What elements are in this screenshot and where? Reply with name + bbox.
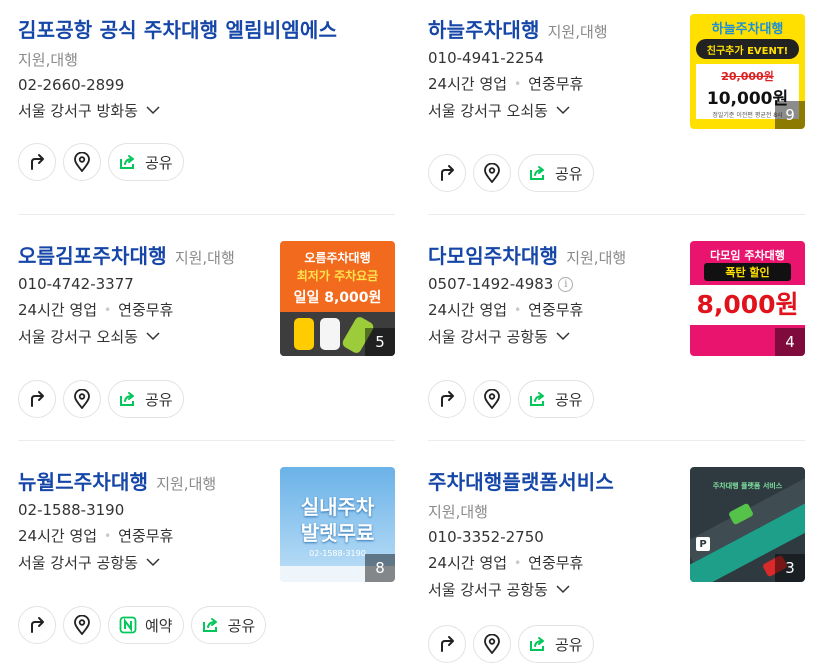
- thumb-badge: 친구추가 EVENT!: [696, 39, 799, 59]
- thumb-badge: 폭탄 할인: [704, 263, 791, 281]
- listing-category: 지원,대행: [566, 249, 627, 267]
- thumb-title: 하늘주차대행: [711, 22, 784, 37]
- reserve-button[interactable]: 예약: [108, 606, 184, 644]
- share-icon: [120, 392, 134, 406]
- directions-icon: [31, 617, 44, 633]
- share-icon: [530, 637, 544, 651]
- directions-button[interactable]: [18, 606, 56, 644]
- listing-category: 지원,대행: [174, 249, 235, 267]
- share-label: 공유: [555, 390, 583, 409]
- map-pin-button[interactable]: [63, 606, 101, 644]
- map-pin-icon: [74, 389, 90, 409]
- share-label: 공유: [145, 153, 173, 172]
- chevron-down-icon: [556, 106, 570, 115]
- share-label: 공유: [145, 390, 173, 409]
- share-button[interactable]: 공유: [518, 154, 594, 192]
- listing-title[interactable]: 뉴월드주차대행: [18, 466, 148, 495]
- thumb-price: 일일 8,000원: [293, 290, 382, 306]
- directions-icon: [441, 391, 454, 407]
- listing-thumbnail[interactable]: 실내주차 발렛무료 02-1588-3190 8: [280, 467, 395, 582]
- listing-thumbnail[interactable]: 하늘주차대행 친구추가 EVENT! 20,000원 10,000원 정일기준 …: [690, 14, 805, 129]
- photo-count: 8: [365, 554, 395, 582]
- share-label: 공유: [555, 635, 583, 654]
- listing-title[interactable]: 하늘주차대행: [428, 14, 540, 43]
- photo-count: 4: [775, 328, 805, 356]
- listing-card: 김포공항 공식 주차대행 엘림비엠에스 지원,대행 02-2660-2899 서…: [18, 14, 396, 121]
- listing-category: 지원,대행: [547, 23, 608, 41]
- share-button[interactable]: 공유: [108, 380, 184, 418]
- map-pin-icon: [74, 615, 90, 635]
- share-label: 공유: [227, 616, 256, 635]
- directions-icon: [31, 154, 44, 170]
- listing-title[interactable]: 다모임주차대행: [428, 240, 558, 269]
- chevron-down-icon: [146, 106, 160, 115]
- listing-title[interactable]: 김포공항 공식 주차대행 엘림비엠에스: [18, 14, 337, 43]
- map-pin-button[interactable]: [63, 380, 101, 418]
- listing-phone: 02-2660-2899: [18, 76, 125, 94]
- listing-thumbnail[interactable]: 오름주차대행 최저가 주차요금 일일 8,000원 5: [280, 241, 395, 356]
- share-button[interactable]: 공유: [518, 380, 594, 418]
- thumb-old-price: 20,000원: [721, 70, 774, 83]
- map-pin-icon: [484, 634, 500, 654]
- listing-actions: 공유: [428, 154, 594, 192]
- naver-booking-icon: [119, 616, 137, 634]
- photo-count: 5: [365, 328, 395, 356]
- info-icon[interactable]: i: [558, 276, 574, 292]
- directions-button[interactable]: [18, 143, 56, 181]
- divider: [18, 214, 395, 215]
- listing-actions: 공유: [428, 380, 594, 418]
- directions-icon: [441, 165, 454, 181]
- directions-button[interactable]: [18, 380, 56, 418]
- chevron-down-icon: [556, 332, 570, 341]
- listing-actions: 공유: [428, 625, 594, 663]
- share-icon: [202, 618, 217, 632]
- listing-actions: 공유: [18, 380, 184, 418]
- listing-title[interactable]: 주차대행플랫폼서비스: [428, 466, 614, 495]
- share-button[interactable]: 공유: [518, 625, 594, 663]
- listing-actions: 예약 공유: [18, 606, 267, 644]
- listing-thumbnail[interactable]: 다모임 주차대행 폭탄 할인 8,000원 4: [690, 241, 805, 356]
- directions-icon: [31, 391, 44, 407]
- share-button[interactable]: 공유: [190, 606, 267, 644]
- photo-count: 3: [775, 554, 805, 582]
- chevron-down-icon: [146, 558, 160, 567]
- share-icon: [530, 166, 544, 180]
- map-pin-button[interactable]: [473, 625, 511, 663]
- thumb-line1: 실내주차: [300, 495, 375, 519]
- listing-actions: 공유: [18, 143, 184, 181]
- photo-count: 9: [775, 101, 805, 129]
- thumb-line1: 최저가 주차요금: [296, 269, 379, 283]
- chevron-down-icon: [556, 585, 570, 594]
- listing-address[interactable]: 서울 강서구 공항동: [428, 579, 806, 600]
- thumb-title: 오름주차대행: [304, 251, 371, 265]
- thumb-line2: 발렛무료: [300, 521, 375, 545]
- listing-thumbnail[interactable]: 주차대행 플랫폼 서비스 P 3: [690, 467, 805, 582]
- directions-button[interactable]: [428, 625, 466, 663]
- map-pin-icon: [74, 152, 90, 172]
- divider: [428, 440, 805, 441]
- map-pin-icon: [484, 389, 500, 409]
- directions-button[interactable]: [428, 154, 466, 192]
- thumb-title: 다모임 주차대행: [710, 249, 785, 262]
- share-icon: [530, 392, 544, 406]
- reserve-label: 예약: [145, 616, 173, 635]
- chevron-down-icon: [146, 332, 160, 341]
- thumb-price: 8,000원: [696, 290, 799, 319]
- share-icon: [120, 155, 134, 169]
- listing-category: 지원,대행: [156, 475, 217, 493]
- directions-button[interactable]: [428, 380, 466, 418]
- map-pin-button[interactable]: [63, 143, 101, 181]
- listing-title[interactable]: 오름김포주차대행: [18, 240, 167, 269]
- divider: [428, 214, 805, 215]
- listing-address[interactable]: 서울 강서구 방화동: [18, 100, 396, 121]
- divider: [18, 440, 395, 441]
- map-pin-icon: [484, 163, 500, 183]
- directions-icon: [441, 636, 454, 652]
- share-label: 공유: [555, 164, 583, 183]
- map-pin-button[interactable]: [473, 154, 511, 192]
- map-pin-button[interactable]: [473, 380, 511, 418]
- share-button[interactable]: 공유: [108, 143, 184, 181]
- listing-category: 지원,대행: [18, 51, 78, 69]
